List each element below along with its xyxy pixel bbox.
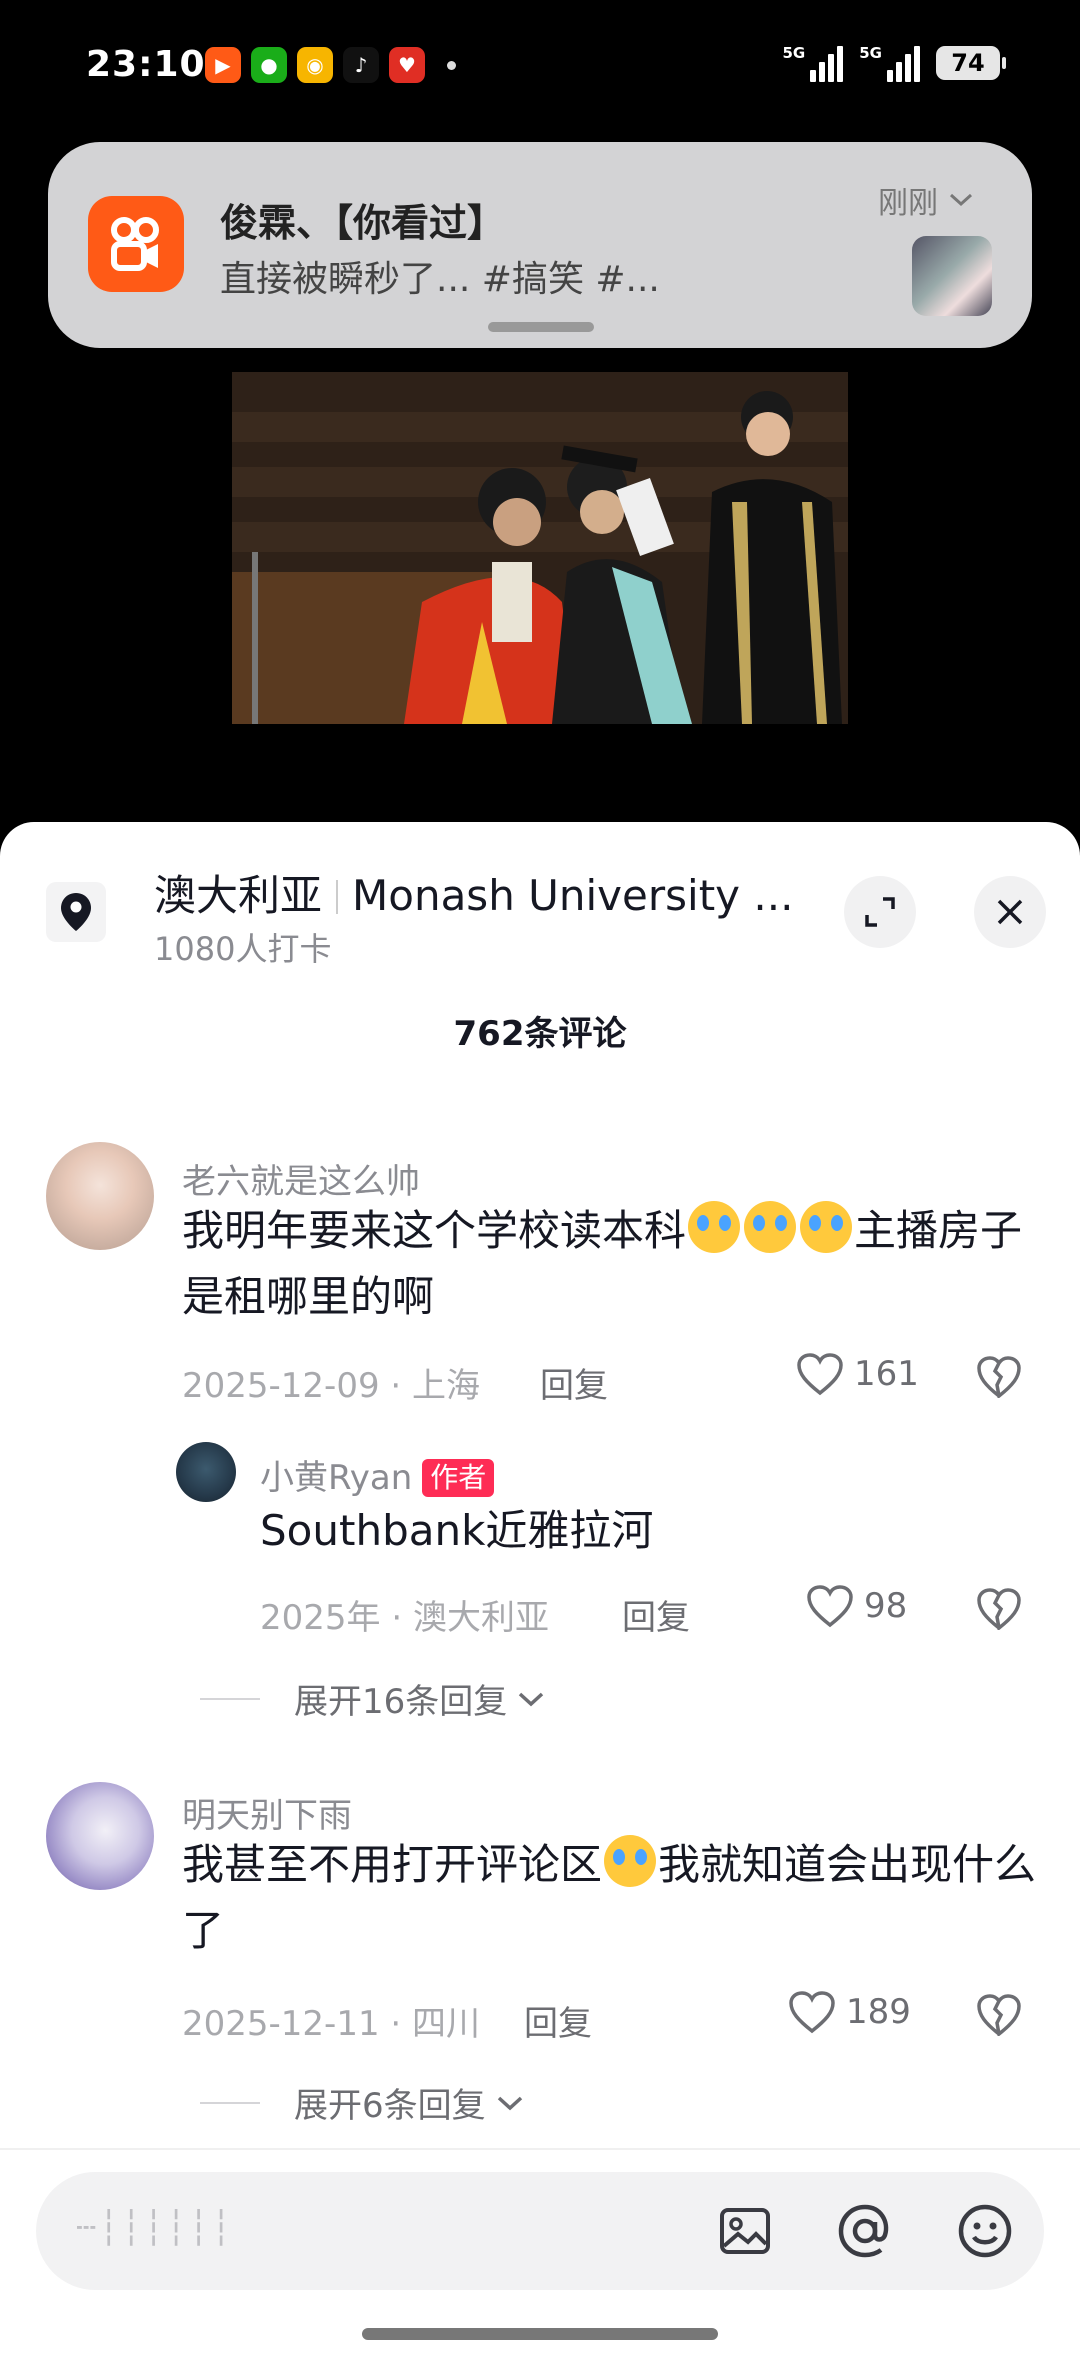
comment-item: 明天别下雨 我甚至不用打开评论区 我就知道会出现什么了 2025-12-11 · … (0, 1782, 1080, 2045)
location-country: 澳大利亚 (154, 871, 323, 920)
kuaishou-app-icon: ▶ (205, 47, 241, 83)
broken-heart-icon (977, 1588, 1021, 1630)
avatar[interactable] (46, 1782, 154, 1890)
more-notifications-dot (447, 60, 456, 70)
like-button[interactable]: 98 (806, 1584, 907, 1628)
comment-input-placeholder: ┄┆┆┆┆┆┆ (76, 2208, 234, 2248)
signal-2-icon: 5G (859, 44, 920, 82)
comment-username[interactable]: 明天别下雨 (182, 1788, 352, 1837)
video-frame[interactable] (232, 372, 848, 724)
comment-text: 我明年要来这个学校读本科 主播房子是租哪里的啊 (182, 1198, 1042, 1330)
comment-text: 我甚至不用打开评论区 我就知道会出现什么了 (182, 1832, 1042, 1964)
heart-icon (797, 1353, 843, 1396)
graduation-scene-image (232, 372, 848, 724)
close-icon (997, 899, 1023, 925)
expand-replies-button[interactable]: 展开16条回复 (200, 1674, 547, 1723)
comment-sheet: 澳大利亚 Monash University ... 1080人打卡 762条评论… (0, 822, 1080, 2362)
battery-indicator: 74 (936, 46, 1006, 80)
comment-username[interactable]: 老六就是这么帅 (182, 1154, 420, 1203)
like-count: 161 (854, 1354, 919, 1394)
weibo-app-icon: ◉ (297, 47, 333, 83)
location-pin-icon (46, 882, 106, 942)
mention-button[interactable] (834, 2200, 896, 2262)
notification-time[interactable]: 刚刚 (878, 178, 974, 222)
location-checkins: 1080人打卡 (154, 930, 332, 968)
at-sign-icon (838, 2204, 889, 2258)
expand-icon (865, 897, 895, 927)
pinduoduo-app-icon: ♥ (389, 47, 425, 83)
image-icon (720, 2208, 770, 2254)
like-button[interactable]: 189 (788, 1990, 911, 2034)
signal-1-icon: 5G (783, 44, 844, 82)
like-button[interactable]: 161 (796, 1352, 919, 1396)
reply-button[interactable]: 回复 (622, 1590, 690, 1639)
like-count: 189 (846, 1992, 911, 2032)
comment-input[interactable]: ┄┆┆┆┆┆┆ (36, 2172, 1044, 2290)
notification-title: 俊霖、【你看过】 (220, 201, 506, 245)
avatar[interactable] (46, 1142, 154, 1250)
comment-meta: 2025-12-09 · 上海 (182, 1366, 481, 1406)
crying-emoji-icon (800, 1201, 853, 1253)
chevron-down-icon (949, 193, 973, 207)
author-badge: 作者 (422, 1459, 495, 1497)
comment-count: 762条评论 (453, 1014, 627, 1054)
dislike-button[interactable] (974, 1990, 1024, 2040)
comment-text: Southbank近雅拉河 (260, 1506, 654, 1555)
kuaishou-logo-icon (88, 196, 184, 292)
close-button[interactable] (974, 876, 1046, 948)
comment-meta: 2025-12-11 · 四川 (182, 2004, 481, 2044)
notification-banner[interactable]: 俊霖、【你看过】 直接被瞬秒了... #搞笑 #... 刚刚 (48, 142, 1032, 348)
dislike-button[interactable] (974, 1584, 1024, 1634)
comment-meta: 2025年 · 澳大利亚 (260, 1598, 549, 1638)
location-title[interactable]: 澳大利亚 Monash University ... (154, 862, 793, 923)
broken-heart-icon (977, 1994, 1021, 2036)
reply-button[interactable]: 回复 (540, 1358, 608, 1407)
like-count: 98 (864, 1586, 908, 1626)
dislike-button[interactable] (974, 1352, 1024, 1402)
home-indicator[interactable] (362, 2328, 718, 2340)
heart-icon (807, 1585, 853, 1628)
comment-input-bar: ┄┆┆┆┆┆┆ (0, 2148, 1080, 2362)
comment-item: 老六就是这么帅 我明年要来这个学校读本科 主播房子是租哪里的啊 2025-12-0… (0, 1142, 1080, 1442)
notification-body: 直接被瞬秒了... #搞笑 #... (220, 259, 660, 300)
notification-handle (488, 322, 594, 332)
comment-reply-item: 小黄Ryan 作者 Southbank近雅拉河 2025年 · 澳大利亚 回复 9… (0, 1442, 1080, 1642)
crying-laughing-emoji-icon (604, 1835, 657, 1887)
chevron-down-icon (519, 1692, 544, 1706)
wechat-app-icon: ● (251, 47, 287, 83)
broken-heart-icon (977, 1356, 1021, 1398)
avatar[interactable] (176, 1442, 236, 1502)
reply-button[interactable]: 回复 (524, 1996, 592, 2045)
notification-app-icons: ▶ ● ◉ ♪ ♥ (205, 47, 456, 83)
expand-replies-button[interactable]: 展开6条回复 (200, 2078, 526, 2127)
location-detail: Monash University ... (352, 871, 794, 920)
image-button[interactable] (714, 2200, 776, 2262)
clock: 23:10 (86, 44, 206, 85)
smiley-icon (958, 2204, 1012, 2258)
crying-emoji-icon (688, 1201, 741, 1253)
status-bar: 23:10 ▶ ● ◉ ♪ ♥ 5G 5G 74 (0, 0, 1080, 130)
heart-icon (789, 1991, 835, 2034)
emoji-button[interactable] (954, 2200, 1016, 2262)
tiktok-app-icon: ♪ (343, 47, 379, 83)
chevron-down-icon (497, 2096, 522, 2110)
crying-emoji-icon (744, 1201, 797, 1253)
notification-thumbnail (912, 236, 992, 316)
expand-button[interactable] (844, 876, 916, 948)
comment-username[interactable]: 小黄Ryan 作者 (260, 1450, 495, 1499)
